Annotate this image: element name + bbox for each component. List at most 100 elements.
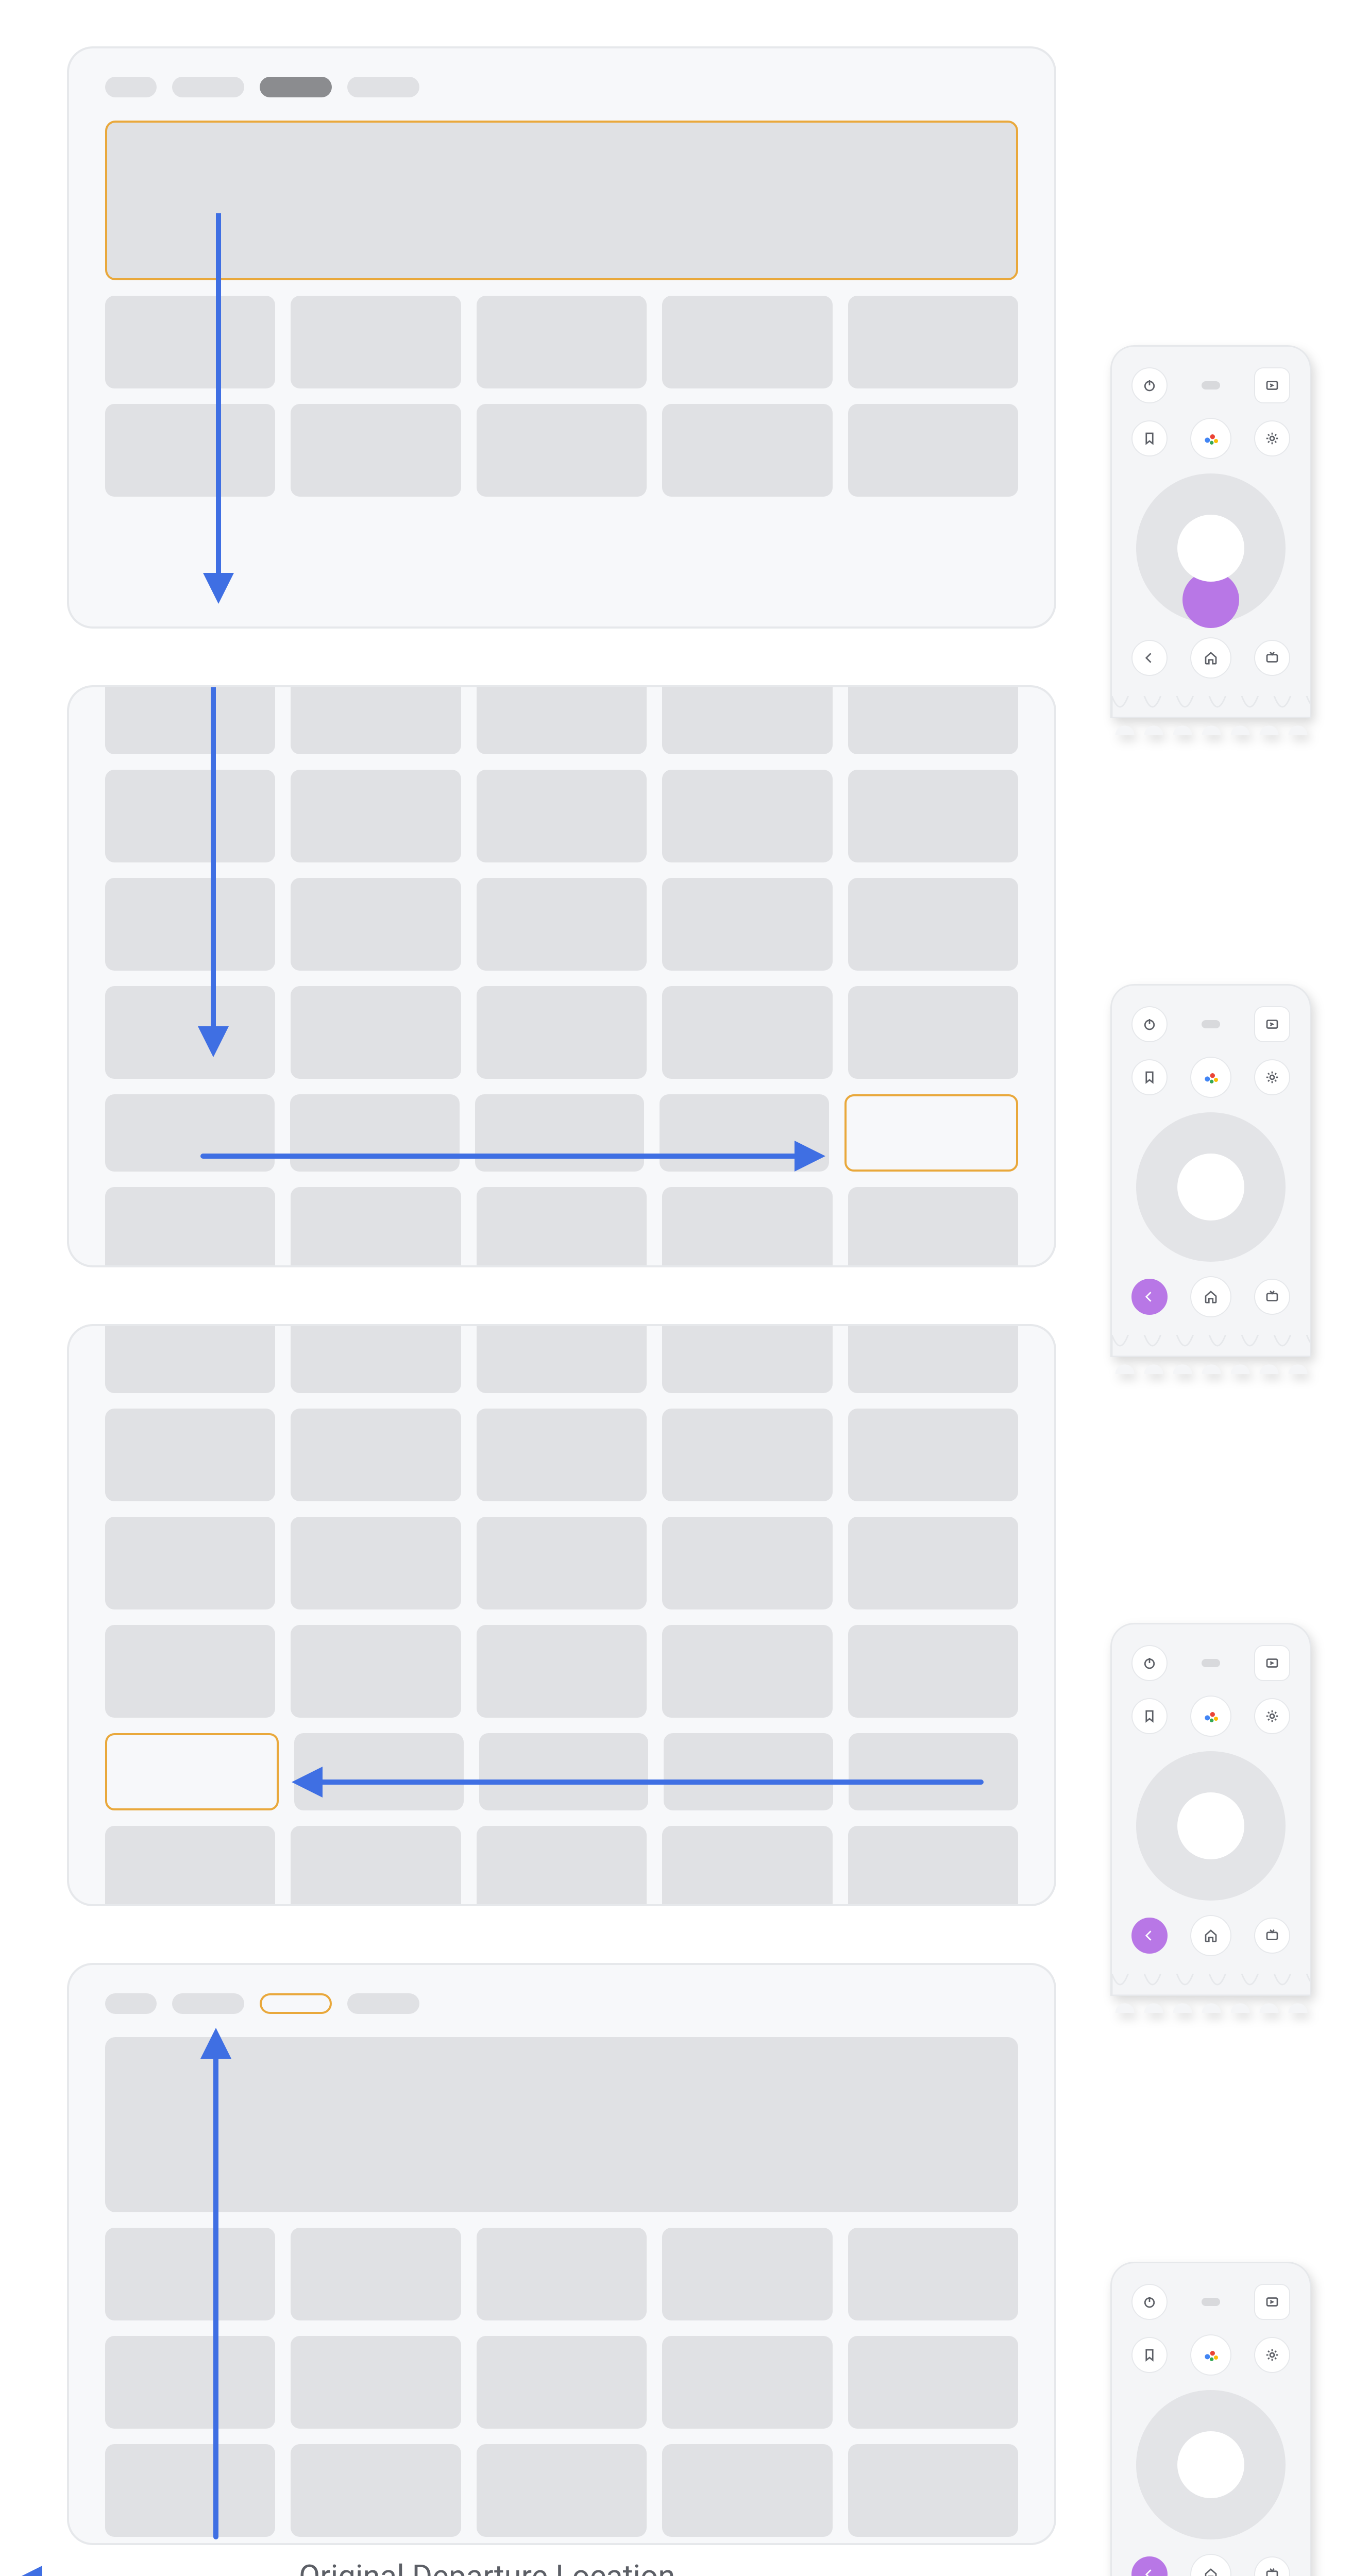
bookmark-button[interactable] (1131, 1698, 1168, 1734)
assistant-button[interactable] (1190, 1057, 1231, 1098)
card[interactable] (477, 770, 647, 862)
home-button[interactable] (1190, 2554, 1231, 2576)
live-tv-button[interactable] (1254, 1279, 1290, 1315)
assistant-button[interactable] (1190, 2334, 1231, 2376)
tab-item[interactable] (172, 77, 244, 97)
card[interactable] (662, 770, 832, 862)
input-button[interactable] (1254, 2284, 1290, 2320)
card[interactable] (105, 1625, 275, 1718)
card[interactable] (662, 1324, 832, 1393)
card[interactable] (105, 2228, 275, 2320)
card[interactable] (848, 986, 1018, 1079)
card[interactable] (662, 1517, 832, 1609)
card[interactable] (477, 2444, 647, 2537)
card[interactable] (848, 296, 1018, 388)
dpad-center[interactable] (1177, 1154, 1244, 1221)
card[interactable] (291, 2336, 461, 2429)
tab-item[interactable] (105, 77, 157, 97)
card[interactable] (291, 1625, 461, 1718)
card[interactable] (849, 1733, 1018, 1810)
settings-button[interactable] (1254, 1059, 1290, 1095)
card[interactable] (291, 770, 461, 862)
back-button-highlight[interactable] (1131, 2556, 1168, 2576)
card[interactable] (848, 2336, 1018, 2429)
power-button[interactable] (1131, 2284, 1168, 2320)
bookmark-button[interactable] (1131, 420, 1168, 456)
card[interactable] (848, 2444, 1018, 2537)
card[interactable] (477, 1324, 647, 1393)
card[interactable] (291, 986, 461, 1079)
card[interactable] (477, 1409, 647, 1501)
card[interactable] (848, 404, 1018, 497)
tab-item[interactable] (347, 77, 419, 97)
card[interactable] (848, 1826, 1018, 1906)
hero-banner[interactable] (105, 2037, 1018, 2212)
card[interactable] (105, 770, 275, 862)
home-button[interactable] (1190, 1276, 1231, 1317)
card[interactable] (848, 1625, 1018, 1718)
card[interactable] (477, 1826, 647, 1906)
settings-button[interactable] (1254, 1698, 1290, 1734)
card[interactable] (664, 1733, 833, 1810)
input-button[interactable] (1254, 1006, 1290, 1042)
card[interactable] (105, 2336, 275, 2429)
card[interactable] (662, 1187, 832, 1267)
tab-item[interactable] (347, 1993, 419, 2014)
card[interactable] (105, 878, 275, 971)
hero-banner-focused[interactable] (105, 121, 1018, 280)
card[interactable] (105, 2444, 275, 2537)
settings-button[interactable] (1254, 2337, 1290, 2373)
card[interactable] (477, 404, 647, 497)
card[interactable] (291, 685, 461, 754)
card[interactable] (105, 404, 275, 497)
card[interactable] (477, 685, 647, 754)
card[interactable] (477, 986, 647, 1079)
tab-item[interactable] (105, 1993, 157, 2014)
card[interactable] (660, 1094, 829, 1172)
home-button[interactable] (1190, 1915, 1231, 1956)
card[interactable] (477, 1517, 647, 1609)
power-button[interactable] (1131, 1645, 1168, 1681)
card[interactable] (662, 404, 832, 497)
power-button[interactable] (1131, 1006, 1168, 1042)
card[interactable] (291, 1517, 461, 1609)
card[interactable] (475, 1094, 645, 1172)
card[interactable] (105, 1094, 275, 1172)
dpad-center[interactable] (1177, 515, 1244, 582)
dpad[interactable] (1136, 1112, 1286, 1262)
dpad-center[interactable] (1177, 1792, 1244, 1859)
dpad[interactable] (1136, 1751, 1286, 1901)
card[interactable] (662, 2336, 832, 2429)
card[interactable] (662, 2444, 832, 2537)
dpad-center[interactable] (1177, 2431, 1244, 2498)
bookmark-button[interactable] (1131, 1059, 1168, 1095)
card[interactable] (848, 770, 1018, 862)
power-button[interactable] (1131, 367, 1168, 403)
card[interactable] (662, 2228, 832, 2320)
input-button[interactable] (1254, 367, 1290, 403)
card[interactable] (105, 296, 275, 388)
card[interactable] (291, 1324, 461, 1393)
card[interactable] (105, 1517, 275, 1609)
card[interactable] (662, 1826, 832, 1906)
live-tv-button[interactable] (1254, 640, 1290, 676)
tab-item-focused[interactable] (260, 1993, 332, 2014)
card[interactable] (105, 1324, 275, 1393)
card[interactable] (662, 878, 832, 971)
card[interactable] (291, 1826, 461, 1906)
card[interactable] (105, 1826, 275, 1906)
card[interactable] (477, 1625, 647, 1718)
card[interactable] (848, 1324, 1018, 1393)
tab-item-active[interactable] (260, 77, 332, 97)
assistant-button[interactable] (1190, 418, 1231, 459)
card[interactable] (105, 986, 275, 1079)
card[interactable] (477, 1187, 647, 1267)
card[interactable] (105, 685, 275, 754)
card[interactable] (479, 1733, 649, 1810)
card-focused[interactable] (105, 1733, 279, 1810)
back-button[interactable] (1131, 640, 1168, 676)
card[interactable] (105, 1409, 275, 1501)
bookmark-button[interactable] (1131, 2337, 1168, 2373)
card[interactable] (848, 685, 1018, 754)
card[interactable] (291, 2444, 461, 2537)
